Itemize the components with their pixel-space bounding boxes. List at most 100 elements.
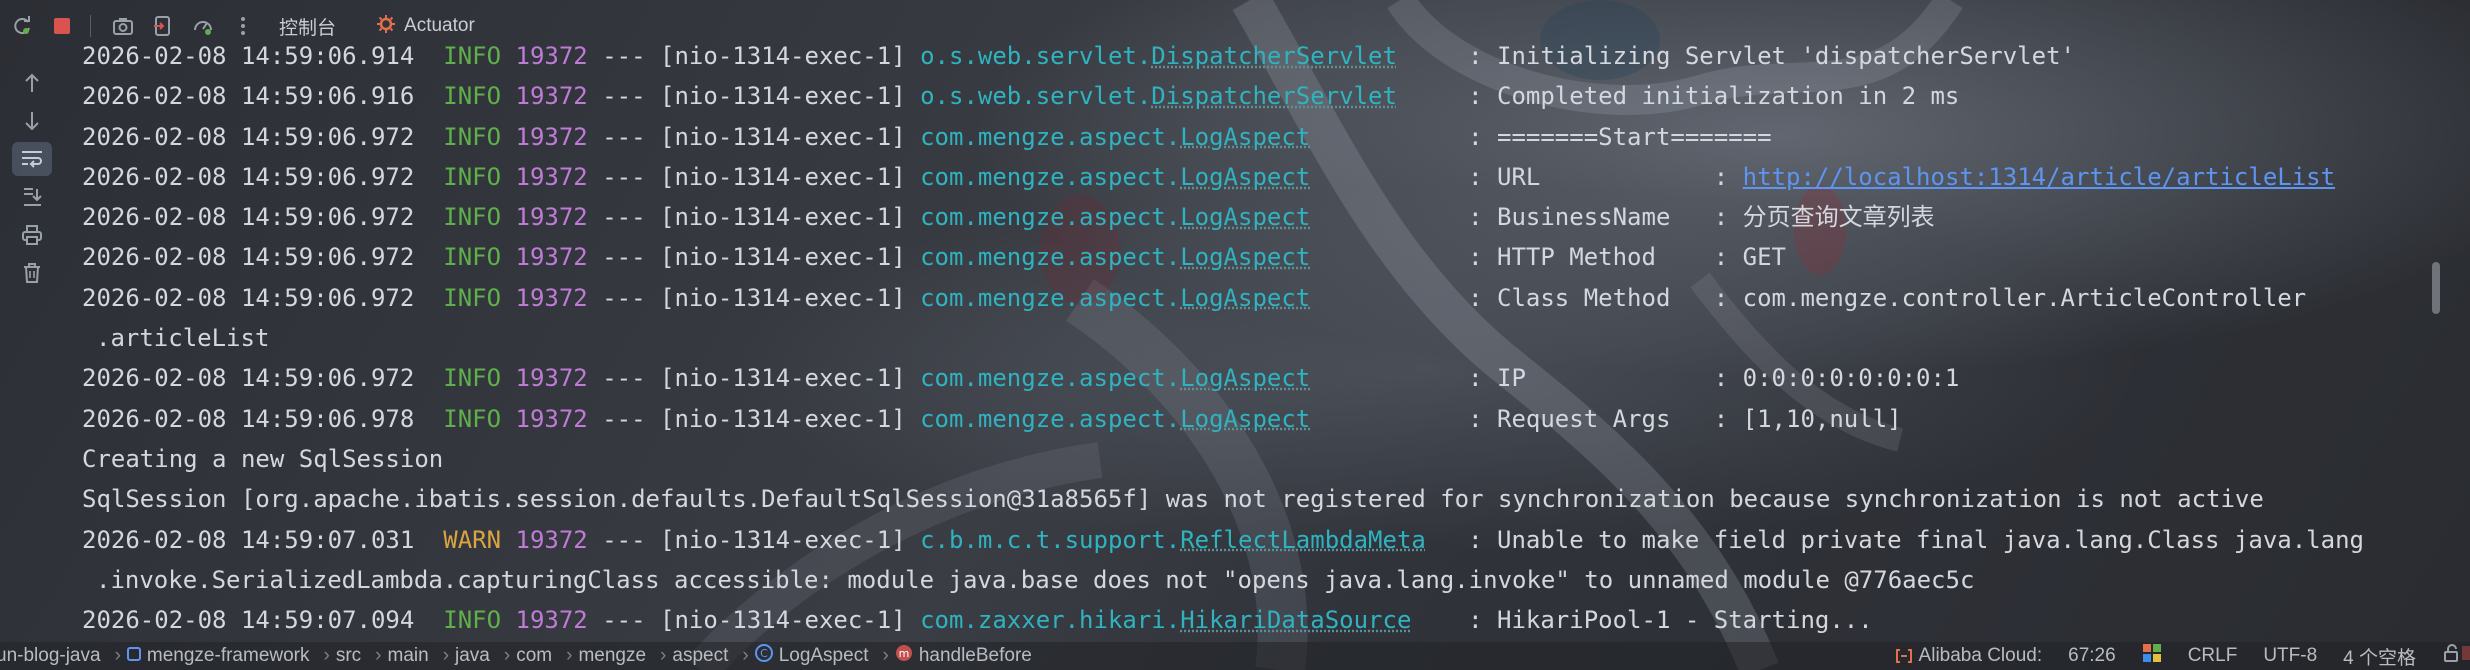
- log-timestamp: 2026-02-08 14:59:06.972: [82, 364, 415, 393]
- log-separator: ---: [602, 404, 646, 433]
- log-url-link[interactable]: http://localhost:1314/article/articleLis…: [1743, 163, 2335, 191]
- console-sidebar: [0, 52, 64, 656]
- log-message: : =======Start=======: [1468, 122, 1772, 151]
- lock-icon[interactable]: [2442, 644, 2460, 668]
- chevron-right-icon: ›: [742, 645, 749, 666]
- log-logger[interactable]: com.mengze.aspect.LogAspect: [920, 399, 1468, 439]
- log-separator: ---: [602, 203, 646, 232]
- log-separator: ---: [602, 364, 646, 393]
- log-logger-package: com.mengze.aspect.: [920, 404, 1181, 433]
- log-logger-package: com.mengze.aspect.: [920, 364, 1181, 393]
- log-logger-class: LogAspect: [1180, 162, 1311, 191]
- breadcrumb-item[interactable]: main: [388, 645, 429, 667]
- chevron-right-icon: ›: [503, 645, 511, 666]
- trash-icon[interactable]: [12, 256, 52, 290]
- log-timestamp: 2026-02-08 14:59:07.094: [82, 606, 415, 635]
- breadcrumb-item[interactable]: aspect: [672, 645, 728, 667]
- log-logger[interactable]: com.mengze.aspect.LogAspect: [920, 358, 1468, 398]
- log-level: INFO: [443, 404, 502, 433]
- print-icon[interactable]: [12, 218, 52, 252]
- breadcrumb-item[interactable]: java: [455, 645, 490, 667]
- log-separator: ---: [602, 606, 646, 635]
- cursor-position[interactable]: 67:26: [2068, 645, 2116, 667]
- class-icon: C: [754, 644, 773, 668]
- breadcrumb-item[interactable]: LogAspect: [779, 645, 869, 667]
- log-logger[interactable]: com.zaxxer.hikari.HikariDataSource: [920, 600, 1468, 640]
- stop-icon[interactable]: [44, 8, 80, 44]
- log-timestamp: 2026-02-08 14:59:06.914: [82, 42, 415, 70]
- log-line-continuation: .invoke.SerializedLambda.capturingClass …: [96, 565, 1975, 594]
- log-logger[interactable]: com.mengze.aspect.LogAspect: [920, 237, 1468, 277]
- rerun-icon[interactable]: [4, 8, 40, 44]
- log-level: WARN: [443, 525, 502, 554]
- tab-actuator-label: Actuator: [404, 15, 475, 36]
- svg-text:C: C: [760, 647, 768, 660]
- log-thread: [nio-1314-exec-1]: [660, 162, 906, 191]
- vertical-scrollbar[interactable]: [2432, 262, 2440, 314]
- breadcrumb-item[interactable]: com: [516, 645, 552, 667]
- log-timestamp: 2026-02-08 14:59:06.978: [82, 404, 415, 433]
- indent-selector[interactable]: 4 个空格: [2343, 643, 2416, 670]
- arrow-up-icon[interactable]: [12, 66, 52, 100]
- breadcrumb-item[interactable]: un-blog-java: [0, 645, 101, 667]
- log-timestamp: 2026-02-08 14:59:07.031: [82, 525, 415, 554]
- log-level: INFO: [443, 283, 502, 312]
- breadcrumb-item[interactable]: mengze-framework: [147, 645, 310, 667]
- log-line: SqlSession [org.apache.ibatis.session.de…: [82, 479, 2470, 519]
- soft-wrap-icon[interactable]: [12, 142, 52, 176]
- log-logger-package: com.mengze.aspect.: [920, 122, 1181, 151]
- log-logger[interactable]: c.b.m.c.t.support.ReflectLambdaMeta: [920, 520, 1468, 560]
- log-line: 2026-02-08 14:59:06.972 INFO 19372 --- […: [82, 197, 2470, 237]
- tab-actuator[interactable]: Actuator: [376, 14, 475, 38]
- log-logger[interactable]: com.mengze.aspect.LogAspect: [920, 157, 1468, 197]
- log-line: 2026-02-08 14:59:06.916 INFO 19372 --- […: [82, 76, 2470, 116]
- log-level: INFO: [443, 243, 502, 272]
- log-logger-class: LogAspect: [1180, 283, 1311, 312]
- log-thread: [nio-1314-exec-1]: [660, 203, 906, 232]
- log-level: INFO: [443, 82, 502, 111]
- log-line: 2026-02-08 14:59:06.914 INFO 19372 --- […: [82, 36, 2470, 76]
- log-thread: [nio-1314-exec-1]: [660, 404, 906, 433]
- cloud-status-label: Alibaba Cloud:: [1918, 645, 2043, 666]
- log-logger[interactable]: com.mengze.aspect.LogAspect: [920, 197, 1468, 237]
- log-message: : Request Args : [1,10,null]: [1468, 404, 1902, 433]
- log-logger-package: com.mengze.aspect.: [920, 283, 1181, 312]
- log-message: : HTTP Method : GET: [1468, 243, 1786, 272]
- console-output[interactable]: 2026-02-08 14:59:06.914 INFO 19372 --- […: [82, 36, 2470, 642]
- scroll-to-end-icon[interactable]: [12, 180, 52, 214]
- log-logger[interactable]: com.mengze.aspect.LogAspect: [920, 278, 1468, 318]
- breadcrumb-item[interactable]: mengze: [578, 645, 646, 667]
- log-line: 2026-02-08 14:59:07.031 WARN 19372 --- […: [82, 520, 2470, 560]
- log-logger-package: c.b.m.c.t.support.: [920, 525, 1181, 554]
- log-plain-text: Creating a new SqlSession: [82, 444, 444, 473]
- log-pid: 19372: [515, 364, 588, 393]
- log-timestamp: 2026-02-08 14:59:06.916: [82, 82, 415, 111]
- log-plain-text: SqlSession [org.apache.ibatis.session.de…: [82, 485, 2264, 514]
- breadcrumb-item[interactable]: src: [336, 645, 361, 667]
- actuator-icon: [376, 14, 396, 38]
- arrow-down-icon[interactable]: [12, 104, 52, 138]
- log-separator: ---: [602, 243, 646, 272]
- status-right-group: Alibaba Cloud: 67:26 CRLF UTF-8 4 个空格: [1895, 642, 2470, 670]
- log-logger-package: com.mengze.aspect.: [920, 243, 1181, 272]
- cloud-status[interactable]: Alibaba Cloud:: [1895, 645, 2043, 667]
- log-thread: [nio-1314-exec-1]: [660, 283, 906, 312]
- log-thread: [nio-1314-exec-1]: [660, 364, 906, 393]
- log-logger-package: com.mengze.aspect.: [920, 162, 1181, 191]
- log-message: : Completed initialization in 2 ms: [1468, 82, 1960, 111]
- line-ending-selector[interactable]: CRLF: [2188, 645, 2238, 667]
- chevron-right-icon: ›: [323, 645, 330, 666]
- breadcrumb-item[interactable]: handleBefore: [919, 645, 1032, 667]
- log-message: : Initializing Servlet 'dispatcherServle…: [1468, 42, 2075, 70]
- log-timestamp: 2026-02-08 14:59:06.972: [82, 162, 415, 191]
- encoding-selector[interactable]: UTF-8: [2263, 645, 2317, 667]
- log-logger[interactable]: o.s.web.servlet.DispatcherServlet: [920, 76, 1468, 116]
- breadcrumb: un-blog-java › mengze-framework › src › main › j…: [0, 644, 1038, 668]
- log-timestamp: 2026-02-08 14:59:06.972: [82, 243, 415, 272]
- log-logger-class: LogAspect: [1180, 404, 1311, 433]
- error-stripe-marker: [2462, 646, 2470, 660]
- log-line: Creating a new SqlSession: [82, 439, 2470, 479]
- log-logger[interactable]: com.mengze.aspect.LogAspect: [920, 117, 1468, 157]
- log-logger[interactable]: o.s.web.servlet.DispatcherServlet: [920, 36, 1468, 76]
- log-level: INFO: [443, 162, 502, 191]
